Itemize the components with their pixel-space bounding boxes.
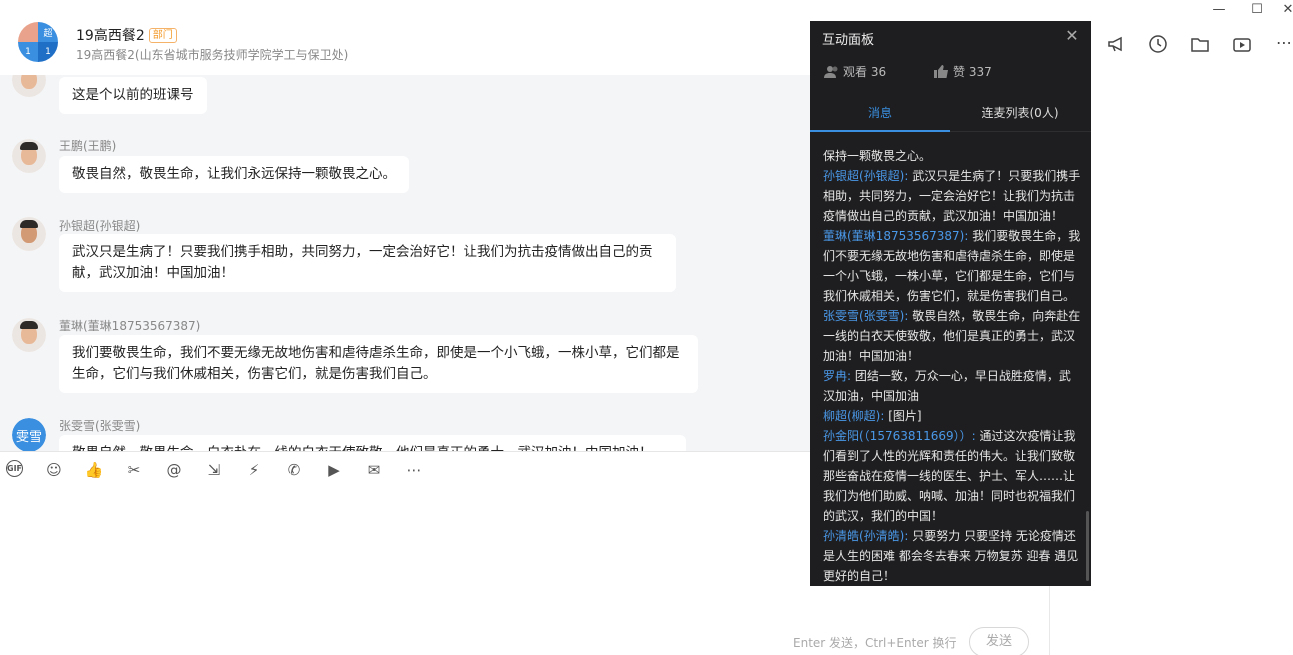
panel-message-sender[interactable]: 罗冉: xyxy=(823,369,851,383)
tab-mic-list[interactable]: 连麦列表(0人) xyxy=(950,94,1090,132)
panel-message: 董琳(董琳18753567387): 我们要敬畏生命，我们不要无缘无故地伤害和虐… xyxy=(823,226,1081,306)
viewers-icon xyxy=(824,66,838,78)
message-bubble[interactable]: 敬畏自然，敬畏生命，白衣赴在一线的白衣天使致敬，他们是真正的勇士，武汉加油！中国… xyxy=(59,435,686,451)
panel-tabs: 消息 连麦列表(0人) xyxy=(810,94,1091,132)
message-sender: 董琳(董琳18753567387) xyxy=(59,319,201,333)
group-name: 19高西餐2 xyxy=(76,28,145,44)
panel-scrollbar[interactable] xyxy=(1086,511,1089,581)
panel-message: 张雯雪(张雯雪): 敬畏自然，敬畏生命，向奔赴在一线的白衣天使致敬，他们是真正的… xyxy=(823,306,1081,366)
panel-message: 孙清皓(孙清皓): 只要努力 只要坚持 无论疫情还是人生的困难 都会冬去春来 万… xyxy=(823,526,1081,586)
interactive-panel: 互动面板 ✕ 观看 36 赞 337 消息 连麦列表(0人) 保持一颗敬畏之心。… xyxy=(810,21,1091,586)
panel-message-sender[interactable]: 柳超(柳超): xyxy=(823,409,884,423)
panel-message-text: 保持一颗敬畏之心。 xyxy=(823,149,932,163)
file-icon[interactable]: ⇲ xyxy=(204,460,224,480)
department-badge: 部门 xyxy=(148,28,177,43)
message-bubble[interactable]: 敬畏自然，敬畏生命，让我们永远保持一颗敬畏之心。 xyxy=(59,156,409,193)
chat-message-list[interactable]: 这是个以前的班课号 王鹏(王鹏) 敬畏自然，敬畏生命，让我们永远保持一颗敬畏之心… xyxy=(0,75,810,451)
message-bubble[interactable]: 武汉只是生病了！只要我们携手相助，共同努力，一定会治好它！让我们为抗击疫情做出自… xyxy=(59,234,676,292)
minimize-icon[interactable]: — xyxy=(1211,2,1227,17)
close-icon[interactable]: ✕ xyxy=(1063,26,1081,45)
message-bubble[interactable]: 这是个以前的班课号 xyxy=(59,77,207,114)
avatar[interactable] xyxy=(12,318,46,352)
avatar-cell: 超 xyxy=(38,22,58,42)
avatar-cell xyxy=(18,22,38,42)
clock-icon[interactable] xyxy=(1148,34,1168,54)
live-icon[interactable] xyxy=(1232,34,1252,54)
likes-stat: 赞 337 xyxy=(934,63,992,80)
tab-messages[interactable]: 消息 xyxy=(810,94,950,132)
send-hint: Enter 发送，Ctrl+Enter 换行 xyxy=(793,636,957,650)
panel-message-text: 通过这次疫情让我们看到了人性的光辉和责任的伟大。让我们致敬那些奋战在疫情一线的医… xyxy=(823,429,1076,523)
announcement-icon[interactable] xyxy=(1107,34,1127,54)
likes-count: 赞 337 xyxy=(953,65,992,79)
panel-message: 孙金阳(（15763811669））: 通过这次疫情让我们看到了人性的光辉和责任… xyxy=(823,426,1081,526)
panel-message-sender[interactable]: 孙清皓(孙清皓): xyxy=(823,529,908,543)
panel-message: 孙银超(孙银超): 武汉只是生病了！只要我们携手相助，共同努力，一定会治好它！让… xyxy=(823,166,1081,226)
avatar[interactable]: 雯雪 xyxy=(12,418,46,451)
more-options-icon[interactable]: ⋯ xyxy=(1274,34,1293,54)
panel-message-sender[interactable]: 张雯雪(张雯雪): xyxy=(823,309,908,323)
chat-header: 超 1 1 19高西餐2 部门 19高西餐2(山东省城市服务技师学院学工与保卫处) xyxy=(0,0,810,75)
panel-message-text: [图片] xyxy=(888,409,922,423)
thumbs-up-icon xyxy=(934,65,948,78)
input-toolbar: GIF ☺ 👍 ✂ @ ⇲ ⚡ ✆ ▶ ✉ ⋯ xyxy=(0,451,810,487)
panel-title: 互动面板 xyxy=(822,33,875,48)
panel-message-sender[interactable]: 孙银超(孙银超): xyxy=(823,169,908,183)
avatar-cell: 1 xyxy=(38,42,58,62)
avatar[interactable] xyxy=(12,75,46,97)
app-window: 超 1 1 19高西餐2 部门 19高西餐2(山东省城市服务技师学院学工与保卫处)… xyxy=(0,0,1293,655)
panel-message-sender[interactable]: 董琳(董琳18753567387): xyxy=(823,229,968,243)
mention-icon[interactable]: @ xyxy=(164,460,184,480)
close-window-icon[interactable]: ✕ xyxy=(1280,2,1293,17)
scissors-icon[interactable]: ✂ xyxy=(124,460,144,480)
avatar-cell: 1 xyxy=(18,42,38,62)
panel-message: 罗冉: 团结一致，万众一心，早日战胜疫情，武汉加油，中国加油 xyxy=(823,366,1081,406)
send-button[interactable]: 发送 xyxy=(969,627,1029,655)
flash-icon[interactable]: ⚡ xyxy=(244,460,264,480)
avatar[interactable] xyxy=(12,139,46,173)
avatar[interactable] xyxy=(12,217,46,251)
call-icon[interactable]: ✆ xyxy=(284,460,304,480)
panel-message-list[interactable]: 保持一颗敬畏之心。 孙银超(孙银超): 武汉只是生病了！只要我们携手相助，共同努… xyxy=(823,146,1081,586)
group-avatar[interactable]: 超 1 1 xyxy=(18,22,58,62)
panel-message-text: 团结一致，万众一心，早日战胜疫情，武汉加油，中国加油 xyxy=(823,369,1071,403)
gif-icon[interactable]: GIF xyxy=(6,460,23,477)
message-sender: 孙银超(孙银超) xyxy=(59,219,141,233)
group-subtitle: 19高西餐2(山东省城市服务技师学院学工与保卫处) xyxy=(76,48,349,62)
video-icon[interactable]: ▶ xyxy=(324,460,344,480)
maximize-icon[interactable]: ☐ xyxy=(1249,2,1265,17)
folder-icon[interactable] xyxy=(1190,34,1210,54)
viewers-stat: 观看 36 xyxy=(824,63,886,80)
panel-message-sender[interactable]: 孙金阳(（15763811669））: xyxy=(823,429,976,443)
group-title: 19高西餐2 部门 xyxy=(76,25,177,45)
panel-message: 保持一颗敬畏之心。 xyxy=(823,146,1081,166)
like-icon[interactable]: 👍 xyxy=(84,460,104,480)
message-bubble[interactable]: 我们要敬畏生命，我们不要无缘无故地伤害和虐待虐杀生命，即使是一个小飞蛾，一株小草… xyxy=(59,335,698,393)
viewers-count: 观看 36 xyxy=(843,65,887,79)
message-sender: 王鹏(王鹏) xyxy=(59,139,117,153)
emoji-icon[interactable]: ☺ xyxy=(44,460,64,480)
mail-icon[interactable]: ✉ xyxy=(364,460,384,480)
right-sidebar: — ☐ ✕ ⋯ xyxy=(1090,0,1293,655)
panel-message: 柳超(柳超): [图片] xyxy=(823,406,1081,426)
more-icon[interactable]: ⋯ xyxy=(404,460,424,480)
message-sender: 张雯雪(张雯雪) xyxy=(59,419,141,433)
